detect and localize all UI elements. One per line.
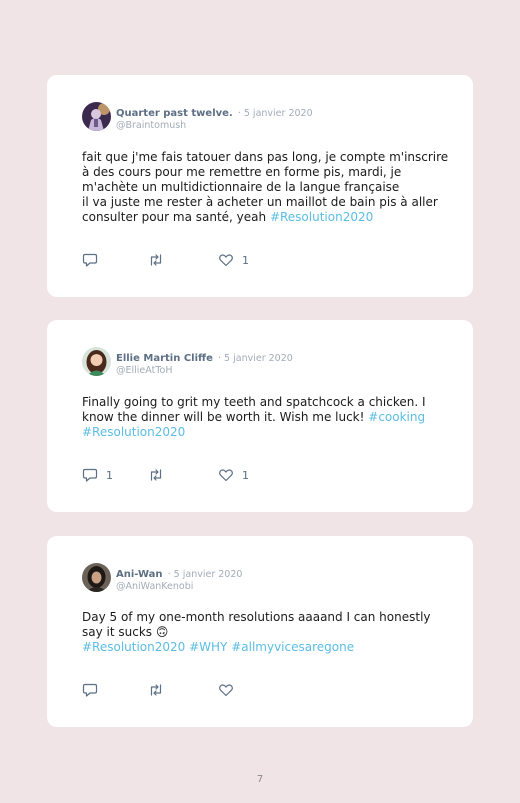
tweet-actions [82,682,282,698]
retweet-icon [150,469,162,481]
reply-icon [82,468,98,482]
like-button[interactable]: 1 [218,252,249,268]
tweet-text: Day 5 of my one-month resolutions aaaand… [82,610,452,655]
tweet-text-line: m'achète un multidictionnaire de la lang… [82,180,452,195]
reply-button[interactable]: 1 [82,467,113,483]
like-button[interactable]: 1 [218,467,249,483]
author-handle[interactable]: @Braintomush [116,120,313,132]
text-run: Day 5 of my one-month resolutions aaaand… [82,610,431,624]
retweet-button[interactable] [148,252,172,268]
like-button[interactable] [218,682,242,698]
tweet-text-line: know the dinner will be worth it. Wish m… [82,410,452,425]
text-run: know the dinner will be worth it. Wish m… [82,410,369,424]
tweet-actions: 1 1 [82,467,282,483]
text-run: m'achète un multidictionnaire de la lang… [82,180,400,194]
tweet-header: Quarter past twelve. · 5 janvier 2020 @B… [116,104,313,132]
tweet-date[interactable]: · 5 janvier 2020 [168,569,243,580]
hashtag-link[interactable]: #Resolution2020 [270,210,373,224]
tweet-text-line: Day 5 of my one-month resolutions aaaand… [82,610,452,625]
author-name[interactable]: Ellie Martin Cliffe [116,353,213,364]
text-run: Finally going to grit my teeth and spatc… [82,395,426,409]
heart-icon [219,254,233,267]
tweet-card: Ani-Wan · 5 janvier 2020 @AniWanKenobi D… [47,536,473,727]
like-count: 1 [242,253,249,267]
tweet-text-line: à des cours pour me remettre en forme pi… [82,165,452,180]
tweet-text-line: #Resolution2020 #WHY #allmyvicesaregone [82,640,452,655]
retweet-button[interactable] [148,682,172,698]
tweet-text-line: say it sucks 🙃 [82,625,452,640]
reply-count: 1 [106,468,113,482]
retweet-icon [150,684,162,696]
tweet-card: Ellie Martin Cliffe · 5 janvier 2020 @El… [47,320,473,512]
page-number: 7 [256,774,264,785]
tweet-text-line: il va juste me rester à acheter un maill… [82,195,452,210]
tweet-text-line: Finally going to grit my teeth and spatc… [82,395,452,410]
tweet-card: Quarter past twelve. · 5 janvier 2020 @B… [47,75,473,297]
hashtag-link[interactable]: #cooking [368,410,425,424]
author-name[interactable]: Quarter past twelve. [116,108,233,119]
text-run: fait que j'me fais tatouer dans pas long… [82,150,449,164]
avatar-image [82,347,111,376]
tweet-actions: 1 [82,252,282,268]
retweet-icon [150,254,162,266]
tweet-date[interactable]: · 5 janvier 2020 [238,108,313,119]
reply-button[interactable] [82,252,106,268]
hashtag-link[interactable]: #Resolution2020 [82,425,185,439]
heart-icon [219,469,233,482]
tweet-header: Ellie Martin Cliffe · 5 janvier 2020 @El… [116,349,293,377]
reply-icon [82,683,98,697]
avatar[interactable] [82,347,111,376]
avatar[interactable] [82,563,111,592]
text-run: il va juste me rester à acheter un maill… [82,195,438,209]
tweet-text: fait que j'me fais tatouer dans pas long… [82,150,452,225]
reply-icon [82,253,98,267]
tweet-text-line: consulter pour ma santé, yeah #Resolutio… [82,210,452,225]
text-run: à des cours pour me remettre en forme pi… [82,165,402,179]
reply-button[interactable] [82,682,106,698]
retweet-button[interactable] [148,467,172,483]
author-handle[interactable]: @EllieAtToH [116,365,293,377]
text-run: say it sucks 🙃 [82,625,169,639]
tweet-header: Ani-Wan · 5 janvier 2020 @AniWanKenobi [116,565,242,593]
tweet-date[interactable]: · 5 janvier 2020 [218,353,293,364]
hashtag-link[interactable]: #Resolution2020 #WHY #allmyvicesaregone [82,640,354,654]
text-run: consulter pour ma santé, yeah [82,210,270,224]
tweet-text-line: #Resolution2020 [82,425,452,440]
author-name[interactable]: Ani-Wan [116,569,163,580]
heart-icon [219,684,233,697]
avatar[interactable] [82,102,111,131]
avatar-image [82,563,111,592]
author-handle[interactable]: @AniWanKenobi [116,581,242,593]
tweet-text-line: fait que j'me fais tatouer dans pas long… [82,150,452,165]
tweet-text: Finally going to grit my teeth and spatc… [82,395,452,440]
avatar-image [82,102,111,131]
like-count: 1 [242,468,249,482]
